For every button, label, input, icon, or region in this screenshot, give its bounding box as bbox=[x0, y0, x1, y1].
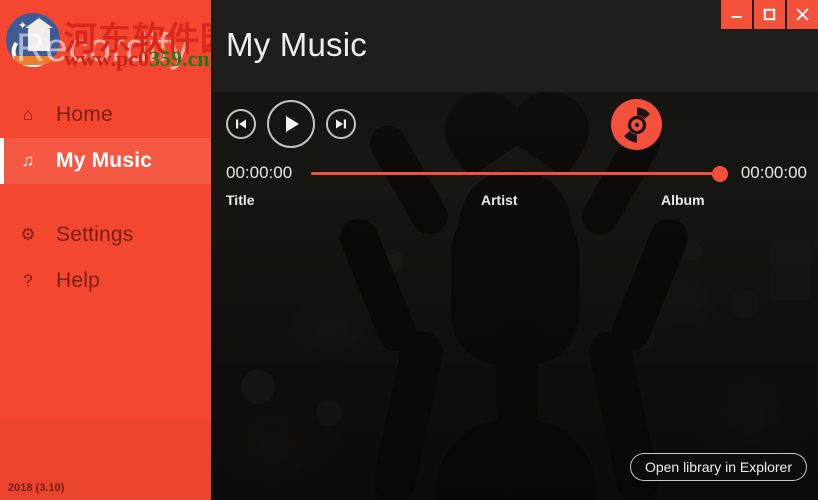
bokeh-light bbox=[316, 400, 342, 426]
close-icon bbox=[796, 8, 809, 21]
bokeh-light bbox=[396, 355, 414, 373]
maximize-icon bbox=[763, 8, 776, 21]
track-list-header: Title Artist Album bbox=[211, 192, 818, 216]
silhouette-shoulders bbox=[436, 420, 596, 500]
maximize-button[interactable] bbox=[754, 0, 785, 29]
sidebar-nav: ⌂ Home ♫ My Music ⚙ Settings ? Help bbox=[0, 92, 211, 304]
bokeh-light bbox=[241, 370, 275, 404]
window-controls bbox=[719, 0, 818, 29]
sidebar-item-my-music[interactable]: ♫ My Music bbox=[0, 138, 211, 184]
version-label: 2018 (3.10) bbox=[8, 482, 65, 494]
silhouette-arm-left-upper bbox=[369, 327, 447, 500]
sidebar-item-label-settings: Settings bbox=[56, 223, 134, 246]
sidebar: ✦ Recordify 河东软件园 www.pc0359.cn ⌂ Home ♫… bbox=[0, 0, 211, 500]
watermark-url-part2: 359.cn bbox=[148, 46, 210, 71]
sidebar-nav-gap bbox=[0, 184, 211, 212]
play-button[interactable] bbox=[267, 100, 315, 148]
music-note-icon: ♫ bbox=[21, 151, 35, 170]
silhouette-ponytail bbox=[496, 320, 538, 430]
watermark-url-part1: www.pc0 bbox=[64, 46, 149, 71]
column-header-artist[interactable]: Artist bbox=[481, 192, 518, 208]
previous-track-button[interactable] bbox=[226, 109, 256, 139]
seek-bar-row: 00:00:00 00:00:00 bbox=[211, 160, 818, 186]
bokeh-light bbox=[631, 325, 655, 349]
record-disc-button[interactable] bbox=[611, 99, 662, 150]
sidebar-item-help[interactable]: ? Help bbox=[0, 258, 211, 304]
sidebar-item-home[interactable]: ⌂ Home bbox=[0, 92, 211, 138]
bokeh-light bbox=[771, 240, 811, 300]
silhouette-heart-hands bbox=[430, 76, 604, 178]
bokeh-light bbox=[381, 250, 403, 272]
main-content: My Music 00:00:00 00:00:00 Title Artist … bbox=[211, 0, 818, 500]
transport-controls bbox=[226, 100, 356, 148]
recordify-window: ✦ Recordify 河东软件园 www.pc0359.cn ⌂ Home ♫… bbox=[0, 0, 818, 500]
silhouette-arm-left-forearm bbox=[334, 212, 422, 358]
close-button[interactable] bbox=[787, 0, 818, 29]
silhouette-arm-right-forearm bbox=[606, 212, 694, 358]
watermark-url: www.pc0359.cn bbox=[64, 46, 209, 72]
bokeh-light bbox=[681, 240, 701, 260]
gear-icon: ⚙ bbox=[20, 225, 36, 244]
seek-track[interactable] bbox=[311, 172, 720, 175]
question-icon: ? bbox=[23, 271, 33, 290]
sidebar-item-label-home: Home bbox=[56, 103, 113, 126]
column-header-album[interactable]: Album bbox=[661, 192, 705, 208]
brand-logo-area: ✦ Recordify 河东软件园 www.pc0359.cn bbox=[0, 0, 211, 90]
open-library-in-explorer-button[interactable]: Open library in Explorer bbox=[629, 453, 807, 481]
sidebar-item-label-help: Help bbox=[56, 269, 100, 292]
home-icon: ⌂ bbox=[22, 105, 34, 124]
sidebar-item-settings[interactable]: ⚙ Settings bbox=[0, 212, 211, 258]
silhouette-head bbox=[459, 170, 571, 300]
vinyl-record-icon bbox=[617, 105, 656, 144]
minimize-icon bbox=[731, 16, 742, 18]
column-header-title[interactable]: Title bbox=[226, 192, 255, 208]
elapsed-time: 00:00:00 bbox=[226, 163, 293, 182]
page-title: My Music bbox=[226, 26, 367, 63]
sidebar-item-label-my-music: My Music bbox=[56, 149, 153, 172]
title-bar[interactable] bbox=[211, 0, 818, 30]
seek-handle[interactable] bbox=[712, 166, 728, 182]
bokeh-light bbox=[731, 290, 759, 318]
minimize-button[interactable] bbox=[721, 0, 752, 29]
bokeh-light bbox=[461, 225, 491, 255]
total-time: 00:00:00 bbox=[740, 163, 807, 182]
silhouette-hair bbox=[451, 195, 579, 365]
next-track-button[interactable] bbox=[326, 109, 356, 139]
